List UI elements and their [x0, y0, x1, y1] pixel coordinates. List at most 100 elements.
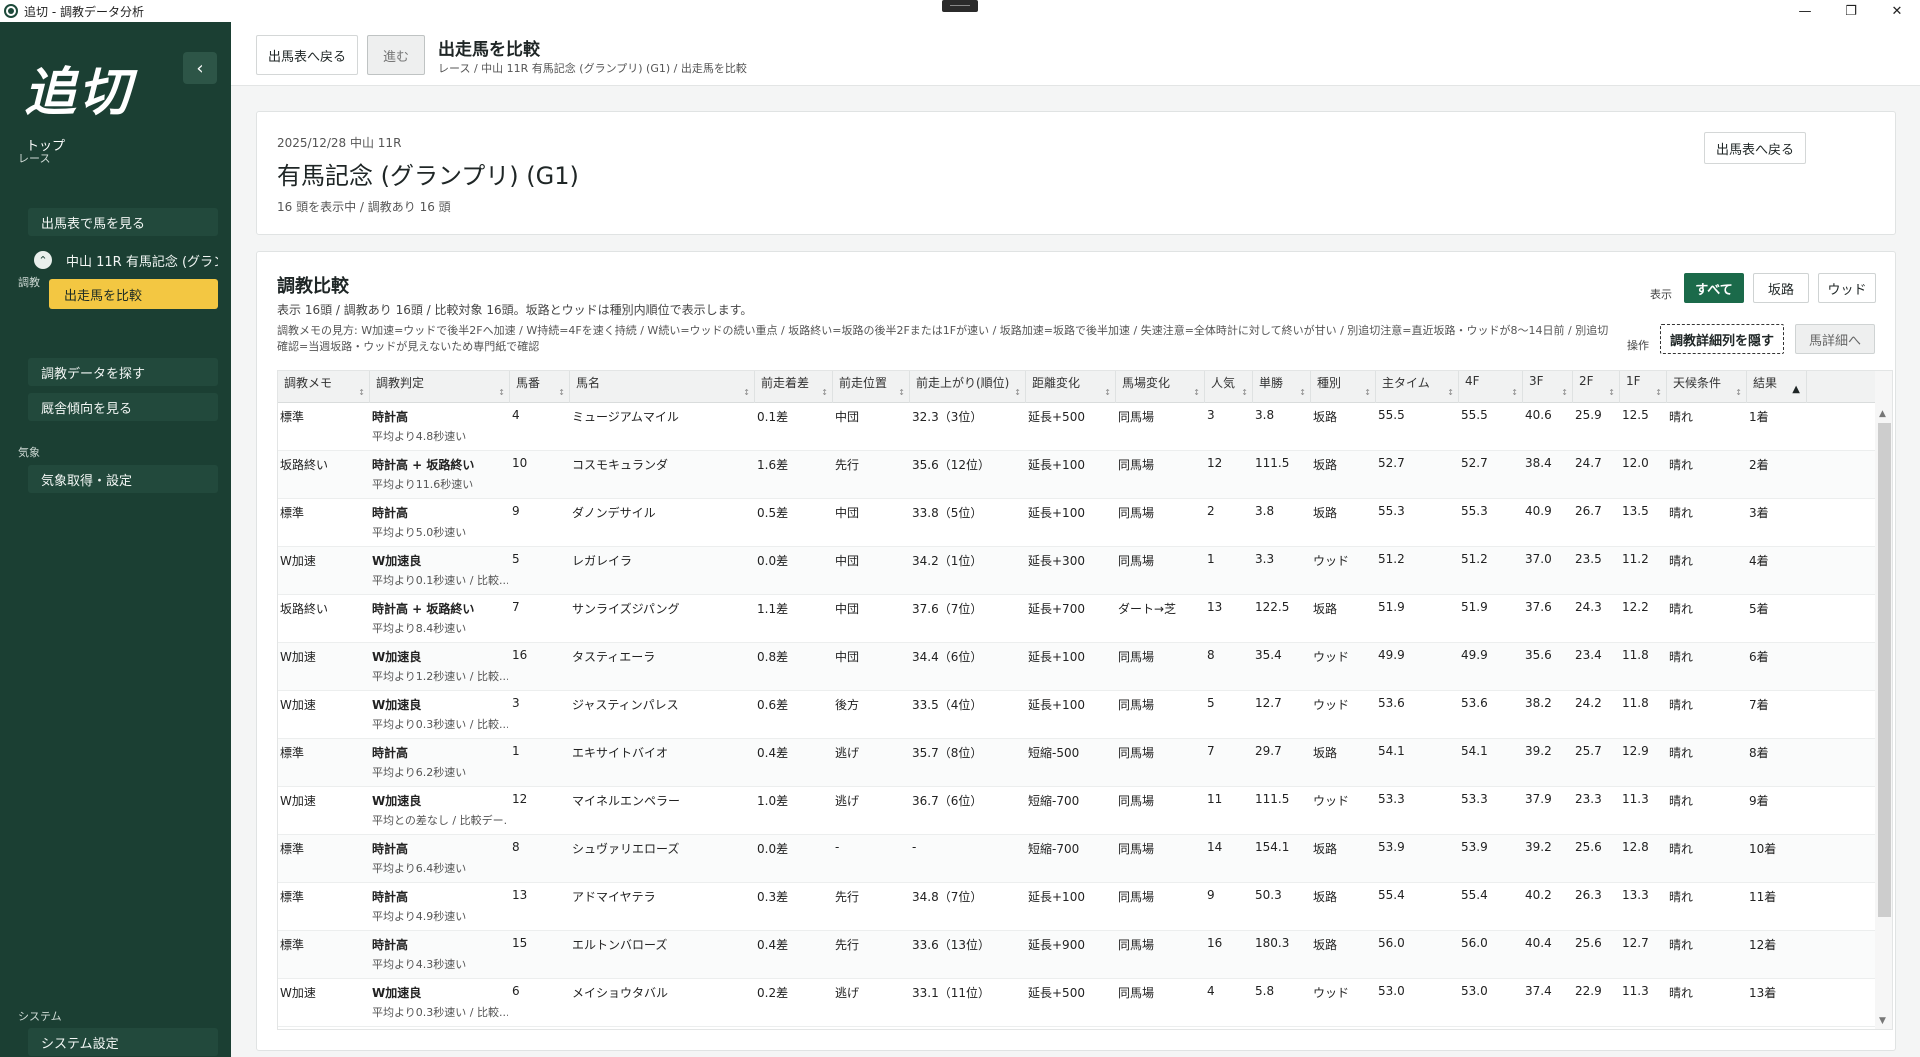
- cell-course-type: 坂路: [1313, 506, 1338, 520]
- cell-f3: 40.4: [1525, 936, 1552, 950]
- cell-odds: 122.5: [1255, 600, 1290, 614]
- header-horse-number[interactable]: 馬番 ↕: [510, 371, 570, 403]
- scroll-down-icon[interactable]: ▼: [1879, 1016, 1886, 1026]
- cell-main-time: 53.9: [1378, 840, 1405, 854]
- back-to-entries-button[interactable]: 出馬表へ戻る: [256, 35, 358, 75]
- cell-memo: 坂路終い: [280, 602, 329, 616]
- cell-judgement: W加速良 平均との差なし / 比較デー...: [372, 794, 508, 827]
- header-judgement[interactable]: 調教判定 ↕: [370, 371, 510, 403]
- table-row[interactable]: 標準 時計高 平均より4.9秒速い 13 アドマイヤテラ 0.3差 先行 34.8（7位） 延長…: [278, 883, 1875, 931]
- cell-horse-name: エルトンバローズ: [572, 938, 668, 952]
- cell-horse-name: エキサイトバイオ: [572, 746, 669, 760]
- sidebar-item-compare[interactable]: 出走馬を比較: [49, 279, 218, 309]
- cell-result: 5着: [1749, 602, 1769, 616]
- table-row[interactable]: 標準 時計高 平均より4.8秒速い 4 ミュージアムマイル 0.1差 中団 32.3（3位） 延…: [278, 403, 1875, 451]
- sidebar-collapse-button[interactable]: ‹: [183, 52, 217, 84]
- header-course-type[interactable]: 種別 ↕: [1311, 371, 1376, 403]
- cell-odds: 29.7: [1255, 744, 1282, 758]
- cell-last-final: 33.5（4位）: [912, 698, 983, 712]
- hide-training-columns-button[interactable]: 調教詳細列を隠す: [1660, 324, 1784, 354]
- cell-memo: W加速: [280, 794, 316, 808]
- cell-horse-number: 16: [512, 648, 528, 662]
- cell-last-final: 35.7（8位）: [912, 746, 983, 760]
- cell-distance-change: 延長+100: [1028, 650, 1085, 664]
- filter-slope-button[interactable]: 坂路: [1753, 273, 1809, 303]
- header-f2[interactable]: 2F ↕: [1573, 371, 1620, 403]
- table-row[interactable]: 坂路終い 時計高 + 坂路終い 平均より11.6秒速い 10 コスモキュランダ 1.6差 先…: [278, 451, 1875, 499]
- sort-icon: ↕: [1364, 388, 1371, 397]
- close-icon[interactable]: ✕: [1874, 0, 1920, 22]
- table-row[interactable]: 標準 時計高 平均より4.3秒速い 15 エルトンバローズ 0.4差 先行 33.6（13位）…: [278, 931, 1875, 979]
- header-last-margin[interactable]: 前走着差 ↕: [755, 371, 833, 403]
- sort-icon: ↕: [743, 388, 750, 397]
- header-memo[interactable]: 調教メモ ↕: [278, 371, 370, 403]
- cell-f3: 39.2: [1525, 840, 1552, 854]
- header-distance-change[interactable]: 距離変化 ↕: [1026, 371, 1116, 403]
- sort-icon: ↕: [1561, 388, 1568, 397]
- cell-weather: 晴れ: [1669, 458, 1694, 472]
- cell-last-final: 32.3（3位）: [912, 410, 983, 424]
- sidebar-item-weather-settings[interactable]: 気象取得・設定: [28, 465, 218, 493]
- cell-f1: 12.2: [1622, 600, 1649, 614]
- header-result[interactable]: 結果 ▲: [1747, 371, 1807, 403]
- filter-wood-button[interactable]: ウッド: [1818, 273, 1876, 303]
- table-row[interactable]: W加速 W加速良 平均より0.3秒速い / 比較... 3 ジャスティンパレス 0.6差 後…: [278, 691, 1875, 739]
- header-last-position[interactable]: 前走位置 ↕: [833, 371, 910, 403]
- maximize-icon[interactable]: ❐: [1828, 0, 1874, 22]
- header-popularity[interactable]: 人気 ↕: [1205, 371, 1253, 403]
- header-f3[interactable]: 3F ↕: [1523, 371, 1573, 403]
- sidebar-item-stable-trends[interactable]: 厩舎傾向を見る: [28, 393, 218, 421]
- header-last-final[interactable]: 前走上がり(順位) ↕: [910, 371, 1026, 403]
- sort-icon: ↕: [1104, 388, 1111, 397]
- table-scrollbar[interactable]: ▲ ▼: [1875, 371, 1892, 1029]
- cell-horse-name: ジャスティンパレス: [572, 698, 679, 712]
- sidebar-item-current-race[interactable]: ⌃ 中山 11R 有馬記念 (グランプリ) (G1): [28, 246, 218, 274]
- header-weather[interactable]: 天候条件 ↕: [1667, 371, 1747, 403]
- sort-icon: ↕: [558, 388, 565, 397]
- table-row[interactable]: 標準 時計高 平均より6.2秒速い 1 エキサイトバイオ 0.4差 逃げ 35.7（8位） 短縮…: [278, 739, 1875, 787]
- header-f4[interactable]: 4F ↕: [1459, 371, 1523, 403]
- scroll-up-icon[interactable]: ▲: [1879, 409, 1886, 419]
- table-row[interactable]: 坂路終い 時計高 + 坂路終い 平均より8.4秒速い 7 サンライズジパング 1.1差 中団…: [278, 595, 1875, 643]
- header-main-time[interactable]: 主タイム ↕: [1376, 371, 1459, 403]
- cell-f4: 52.7: [1461, 456, 1488, 470]
- sidebar-item-entries[interactable]: 出馬表で馬を見る: [28, 208, 218, 236]
- table-row[interactable]: W加速 W加速良 平均より1.2秒速い / 比較... 16 タスティエーラ 0.8差 中団…: [278, 643, 1875, 691]
- cell-judgement: 時計高 平均より6.2秒速い: [372, 746, 467, 779]
- header-track-change[interactable]: 馬場変化 ↕: [1116, 371, 1205, 403]
- cell-f4: 51.2: [1461, 552, 1488, 566]
- cell-main-time: 52.7: [1378, 456, 1405, 470]
- table-row[interactable]: 標準 時計高 平均より6.4秒速い 8 シュヴァリエローズ 0.0差 - - 短縮-700 同馬場…: [278, 835, 1875, 883]
- cell-f4: 53.6: [1461, 696, 1488, 710]
- cell-popularity: 7: [1207, 744, 1215, 758]
- scroll-thumb[interactable]: [1878, 423, 1891, 917]
- cell-odds: 5.8: [1255, 984, 1275, 998]
- cell-popularity: 3: [1207, 408, 1215, 422]
- forward-button[interactable]: 進む: [367, 35, 425, 75]
- filter-all-button[interactable]: すべて: [1684, 273, 1744, 303]
- header-odds[interactable]: 単勝 ↕: [1253, 371, 1311, 403]
- sidebar-item-search-training[interactable]: 調教データを探す: [28, 358, 218, 386]
- table-row[interactable]: W加速 W加速良 平均より0.1秒速い / 比較... 5 レガレイラ 0.0差 中団 34.…: [278, 547, 1875, 595]
- horse-detail-button[interactable]: 馬詳細へ: [1795, 324, 1875, 354]
- header-f1[interactable]: 1F ↕: [1620, 371, 1667, 403]
- table-row[interactable]: W加速 W加速良 平均との差なし / 比較デー... 12 マイネルエンペラー 1.0差 逃…: [278, 787, 1875, 835]
- cell-f3: 37.6: [1525, 600, 1552, 614]
- cell-weather: 晴れ: [1669, 650, 1694, 664]
- chevron-up-icon: ⌃: [34, 251, 52, 269]
- cell-judgement: W加速良 平均より0.3秒速い / 比較...: [372, 698, 508, 731]
- table-row[interactable]: W加速 W加速良 平均より0.3秒速い / 比較... 6 メイショウタバル 0.2差 逃げ…: [278, 979, 1875, 1027]
- table-row[interactable]: 標準 時計高 平均より5.0秒速い 9 ダノンデサイル 0.5差 中団 33.8（5位） 延長+…: [278, 499, 1875, 547]
- cell-horse-name: コスモキュランダ: [572, 458, 669, 472]
- cell-f4: 55.3: [1461, 504, 1488, 518]
- filter-label: 表示: [1650, 288, 1672, 301]
- cell-distance-change: 延長+500: [1028, 986, 1085, 1000]
- cell-course-type: 坂路: [1313, 890, 1338, 904]
- cell-track-change: 同馬場: [1118, 842, 1155, 856]
- cell-f1: 12.0: [1622, 456, 1649, 470]
- sidebar-item-system-settings[interactable]: システム設定: [28, 1028, 218, 1056]
- drag-handle[interactable]: [942, 0, 978, 12]
- minimize-icon[interactable]: —: [1782, 0, 1828, 22]
- header-horse-name[interactable]: 馬名 ↕: [570, 371, 755, 403]
- back-to-entries-button-2[interactable]: 出馬表へ戻る: [1704, 132, 1806, 164]
